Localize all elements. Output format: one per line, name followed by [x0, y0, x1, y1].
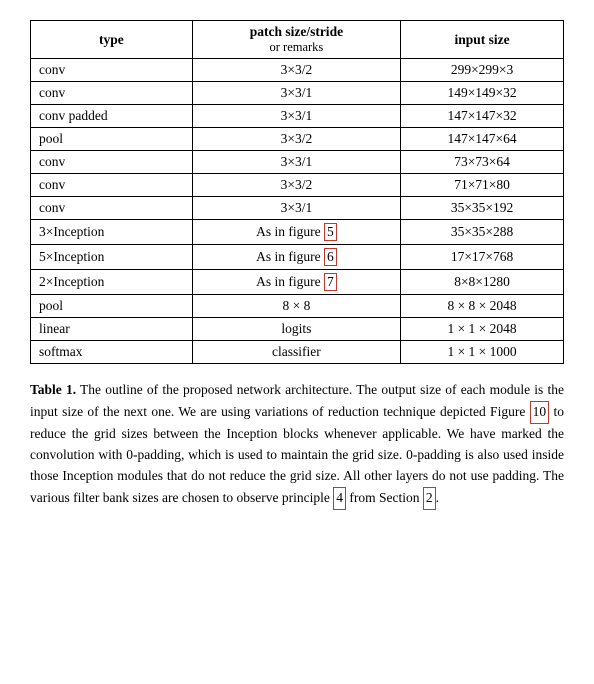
cell-input: 71×71×80 [401, 174, 564, 197]
cell-type: linear [31, 318, 193, 341]
cell-input: 73×73×64 [401, 151, 564, 174]
col-patch-main: patch size/stride [201, 24, 392, 40]
table-row: linearlogits1 × 1 × 2048 [31, 318, 564, 341]
cell-type: 2×Inception [31, 270, 193, 295]
table-row: 2×InceptionAs in figure 78×8×1280 [31, 270, 564, 295]
caption-text2: to reduce the grid sizes between the Inc… [30, 404, 564, 505]
architecture-table: type patch size/stride or remarks input … [30, 20, 564, 364]
figure-ref: 6 [324, 248, 337, 266]
cell-input: 1 × 1 × 1000 [401, 341, 564, 364]
cell-type: 5×Inception [31, 245, 193, 270]
table-row: softmaxclassifier1 × 1 × 1000 [31, 341, 564, 364]
table-caption: Table 1. The outline of the proposed net… [30, 380, 564, 510]
cell-patch: As in figure 6 [192, 245, 400, 270]
cell-patch: 3×3/1 [192, 151, 400, 174]
cell-type: conv [31, 59, 193, 82]
cell-patch: 3×3/2 [192, 174, 400, 197]
col-input-header: input size [401, 21, 564, 59]
cell-type: conv [31, 174, 193, 197]
table-body: conv3×3/2299×299×3conv3×3/1149×149×32con… [31, 59, 564, 364]
cell-type: conv padded [31, 105, 193, 128]
cell-type: 3×Inception [31, 220, 193, 245]
caption-ref3: 2 [423, 487, 436, 510]
cell-input: 35×35×192 [401, 197, 564, 220]
cell-patch: 3×3/1 [192, 82, 400, 105]
cell-type: conv [31, 151, 193, 174]
cell-patch: 3×3/2 [192, 59, 400, 82]
cell-input: 8×8×1280 [401, 270, 564, 295]
table-row: conv3×3/2299×299×3 [31, 59, 564, 82]
caption-text1: The outline of the proposed network arch… [30, 382, 564, 419]
cell-type: softmax [31, 341, 193, 364]
caption-text3: from Section [346, 490, 423, 505]
col-patch-header: patch size/stride or remarks [192, 21, 400, 59]
cell-input: 147×147×32 [401, 105, 564, 128]
cell-patch: logits [192, 318, 400, 341]
table-container: type patch size/stride or remarks input … [30, 20, 564, 364]
cell-input: 299×299×3 [401, 59, 564, 82]
table-row: conv3×3/173×73×64 [31, 151, 564, 174]
cell-input: 149×149×32 [401, 82, 564, 105]
table-row: pool3×3/2147×147×64 [31, 128, 564, 151]
cell-patch: 8 × 8 [192, 295, 400, 318]
cell-input: 1 × 1 × 2048 [401, 318, 564, 341]
cell-patch: 3×3/2 [192, 128, 400, 151]
cell-patch: As in figure 5 [192, 220, 400, 245]
table-row: conv3×3/271×71×80 [31, 174, 564, 197]
caption-text4: . [436, 490, 439, 505]
col-type-header: type [31, 21, 193, 59]
cell-patch: classifier [192, 341, 400, 364]
cell-type: conv [31, 82, 193, 105]
table-row: pool8 × 88 × 8 × 2048 [31, 295, 564, 318]
cell-type: pool [31, 295, 193, 318]
table-row: 3×InceptionAs in figure 535×35×288 [31, 220, 564, 245]
cell-type: conv [31, 197, 193, 220]
table-row: conv3×3/1149×149×32 [31, 82, 564, 105]
cell-input: 17×17×768 [401, 245, 564, 270]
cell-input: 35×35×288 [401, 220, 564, 245]
caption-label: Table 1. [30, 382, 76, 397]
caption-ref2: 4 [333, 487, 346, 510]
cell-input: 8 × 8 × 2048 [401, 295, 564, 318]
table-row: conv3×3/135×35×192 [31, 197, 564, 220]
cell-type: pool [31, 128, 193, 151]
cell-input: 147×147×64 [401, 128, 564, 151]
cell-patch: As in figure 7 [192, 270, 400, 295]
table-row: conv padded3×3/1147×147×32 [31, 105, 564, 128]
cell-patch: 3×3/1 [192, 197, 400, 220]
figure-ref: 7 [324, 273, 337, 291]
col-patch-sub: or remarks [201, 40, 392, 55]
figure-ref: 5 [324, 223, 337, 241]
table-row: 5×InceptionAs in figure 617×17×768 [31, 245, 564, 270]
caption-ref1: 10 [530, 401, 550, 424]
cell-patch: 3×3/1 [192, 105, 400, 128]
